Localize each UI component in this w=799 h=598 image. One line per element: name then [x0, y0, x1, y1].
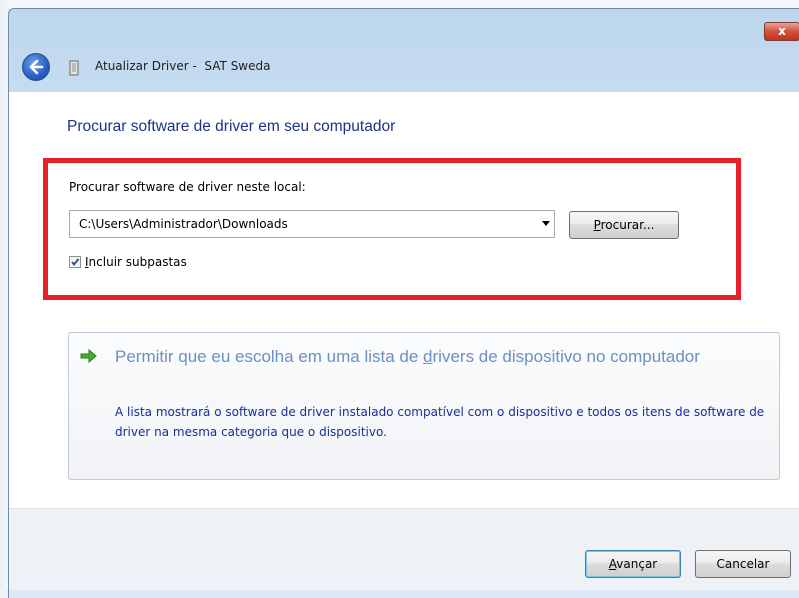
- search-location-label: Procurar software de driver neste local:: [69, 180, 306, 194]
- option-title-part2: rivers de dispositivo no computador: [432, 347, 700, 366]
- back-button[interactable]: [22, 53, 50, 81]
- next-label: vançar: [616, 557, 658, 571]
- include-subfolders-checkbox[interactable]: [69, 256, 81, 268]
- include-subfolders-text: ncluir subpastas: [88, 255, 187, 269]
- back-arrow-icon: [29, 59, 44, 75]
- browse-button[interactable]: Procurar...: [569, 211, 679, 239]
- option-title-accel: d: [423, 347, 433, 366]
- window-left-edge: [0, 0, 8, 589]
- option-title[interactable]: Permitir que eu escolha em uma lista de …: [115, 345, 755, 369]
- window-title: Atualizar Driver - SAT Sweda: [95, 59, 271, 73]
- window-top-edge: [0, 0, 799, 8]
- path-value: C:\Users\Administrador\Downloads: [79, 217, 288, 231]
- page-title: Procurar software de driver em seu compu…: [67, 118, 396, 135]
- green-arrow-icon: [80, 348, 97, 364]
- device-icon: [69, 60, 79, 76]
- browse-label: rocurar...: [600, 218, 655, 232]
- include-subfolders-label[interactable]: Incluir subpastas: [85, 255, 187, 269]
- browse-accel: P: [593, 218, 601, 232]
- checkmark-icon: [71, 258, 80, 266]
- cancel-button[interactable]: Cancelar: [695, 550, 791, 578]
- option-description: A lista mostrará o software de driver in…: [115, 405, 765, 439]
- close-button[interactable]: x: [764, 22, 799, 41]
- path-combobox[interactable]: C:\Users\Administrador\Downloads: [69, 210, 555, 238]
- chevron-down-icon[interactable]: [542, 221, 550, 226]
- next-button[interactable]: Avançar: [585, 550, 681, 578]
- option-title-part1: Permitir que eu escolha em uma lista de: [115, 347, 424, 366]
- button-bar: [9, 508, 799, 590]
